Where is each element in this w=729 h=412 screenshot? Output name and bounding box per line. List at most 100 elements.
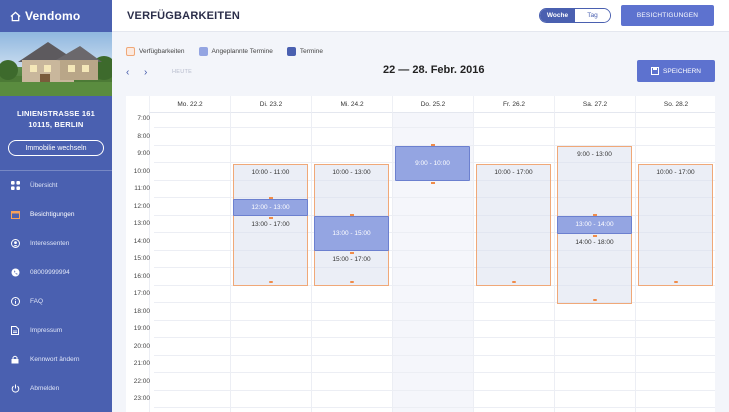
- resize-handle[interactable]: [592, 298, 597, 301]
- brand[interactable]: Vendomo: [0, 0, 112, 32]
- sidebar-item-label: Impressum: [30, 327, 63, 334]
- time-label: 13:00: [133, 220, 150, 227]
- legend-swatch: [126, 47, 135, 56]
- sidebar-item-label: FAQ: [30, 298, 44, 305]
- sidebar-item-faq[interactable]: FAQ: [0, 287, 112, 316]
- day-divider: [473, 113, 474, 412]
- hour-line: [154, 127, 715, 128]
- day-header: So. 28.2: [635, 96, 715, 113]
- view-week-button[interactable]: Woche: [540, 9, 575, 22]
- day-header: Sa. 27.2: [554, 96, 635, 113]
- resize-handle[interactable]: [430, 144, 435, 146]
- day-header: Mi. 24.2: [311, 96, 392, 113]
- hour-line: [154, 337, 715, 338]
- time-label: 17:00: [133, 290, 150, 297]
- chevron-right-icon[interactable]: ›: [144, 67, 147, 78]
- resize-handle[interactable]: [268, 196, 273, 199]
- grid-icon: [10, 181, 20, 191]
- power-icon: [10, 384, 20, 394]
- sidebar-nav: Übersicht Besichtigungen Interessenten 0…: [0, 170, 112, 403]
- phone-icon: [10, 268, 20, 278]
- sidebar-item-overview[interactable]: Übersicht: [0, 171, 112, 200]
- planned-appointment[interactable]: 13:00 - 15:00: [314, 214, 389, 254]
- planned-appointment[interactable]: 13:00 - 14:00: [557, 214, 632, 237]
- availability-block[interactable]: 10:00 - 17:00: [638, 163, 713, 286]
- time-label: 23:00: [133, 395, 150, 402]
- info-icon: [10, 297, 20, 307]
- time-label: 22:00: [133, 377, 150, 385]
- legend-label: Termine: [299, 48, 323, 55]
- time-label: 15:00: [133, 255, 150, 262]
- viewings-button[interactable]: BESICHTIGUNGEN: [621, 5, 714, 26]
- legend-item-availability: Verfügbarkeiten: [126, 47, 185, 56]
- sidebar-item-prospects[interactable]: Interessenten: [0, 229, 112, 258]
- day-header: Fr. 26.2: [473, 96, 554, 113]
- legend-label: Verfügbarkeiten: [139, 48, 185, 55]
- resize-handle[interactable]: [511, 281, 516, 283]
- sidebar-item-label: Besichtigungen: [30, 211, 75, 218]
- chevron-left-icon[interactable]: ‹: [126, 67, 129, 78]
- availability-label: 10:00 - 17:00: [656, 168, 695, 176]
- availability-label: 10:00 - 13:00: [332, 168, 371, 176]
- save-button[interactable]: SPEICHERN: [637, 60, 715, 82]
- view-day-button[interactable]: Tag: [575, 9, 610, 22]
- today-button[interactable]: HEUTE: [172, 69, 192, 75]
- sidebar-item-label: Interessenten: [30, 240, 70, 247]
- time-label: 19:00: [133, 325, 150, 332]
- user-circle-icon: [10, 239, 20, 249]
- planned-appointment[interactable]: 12:00 - 13:00: [233, 196, 308, 219]
- legend-item-appointments: Termine: [286, 47, 323, 56]
- availability-label: 14:00 - 18:00: [575, 238, 614, 246]
- legend-swatch: [286, 47, 296, 56]
- save-icon: [651, 67, 660, 75]
- hour-line: [154, 389, 715, 391]
- time-label: 16:00: [133, 272, 150, 280]
- time-label: 18:00: [133, 307, 150, 315]
- time-label: 10:00: [133, 167, 150, 175]
- day-divider: [230, 113, 231, 412]
- sidebar-item-phone[interactable]: 08009999994: [0, 258, 112, 287]
- resize-handle[interactable]: [349, 252, 354, 254]
- resize-handle[interactable]: [268, 281, 273, 283]
- resize-handle[interactable]: [592, 214, 597, 216]
- planned-appointment[interactable]: 9:00 - 10:00: [395, 144, 470, 184]
- day-header: Mo. 22.2: [149, 96, 230, 113]
- page-title: VERFÜGBARKEITEN: [127, 10, 241, 22]
- view-toggle: Woche Tag: [539, 8, 611, 23]
- legend: Verfügbarkeiten Angeplannte Termine Term…: [126, 47, 337, 56]
- week-calendar: Mo. 22.2 Di. 23.2 Mi. 24.2 Do. 25.2 Fr. 26.2…: [126, 96, 715, 412]
- switch-property-button[interactable]: Immobilie wechseln: [8, 140, 104, 156]
- day-divider: [311, 113, 312, 412]
- availability-label: 13:00 - 17:00: [251, 221, 290, 228]
- sidebar-item-label: Übersicht: [30, 182, 58, 189]
- save-label: SPEICHERN: [663, 67, 701, 75]
- day-divider: [635, 113, 636, 412]
- document-icon: [10, 326, 20, 336]
- resize-handle[interactable]: [349, 214, 354, 216]
- hour-line: [154, 372, 715, 373]
- sidebar-item-change-password[interactable]: Kennwort ändern: [0, 345, 112, 374]
- availability-block[interactable]: 10:00 - 17:00: [476, 163, 551, 286]
- time-label: 20:00: [133, 342, 150, 350]
- sidebar-item-imprint[interactable]: Impressum: [0, 316, 112, 345]
- day-header: Di. 23.2: [230, 96, 311, 113]
- resize-handle[interactable]: [430, 182, 435, 184]
- sidebar-item-viewings[interactable]: Besichtigungen: [0, 200, 112, 229]
- property-street: LINIENSTRASSE 161: [16, 109, 95, 118]
- hour-line: [154, 407, 715, 408]
- resize-handle[interactable]: [349, 281, 354, 283]
- resize-handle[interactable]: [268, 217, 273, 219]
- time-label: 21:00: [133, 360, 150, 367]
- availability-label: 10:00 - 11:00: [251, 168, 290, 176]
- legend-item-planned: Angeplannte Termine: [198, 47, 273, 56]
- time-label: 14:00: [133, 237, 150, 245]
- resize-handle[interactable]: [592, 234, 597, 237]
- sidebar-item-label: 08009999994: [30, 269, 70, 276]
- property-address: LINIENSTRASSE 161 10115, BERLIN: [0, 108, 112, 130]
- property-city: 10115, BERLIN: [28, 120, 84, 129]
- availability-block[interactable]: 10:00 - 11:00 13:00 - 17:00: [233, 163, 308, 286]
- sidebar-item-label: Kennwort ändern: [30, 356, 80, 363]
- resize-handle[interactable]: [673, 281, 678, 283]
- hour-line: [154, 354, 715, 356]
- sidebar-item-logout[interactable]: Abmelden: [0, 374, 112, 403]
